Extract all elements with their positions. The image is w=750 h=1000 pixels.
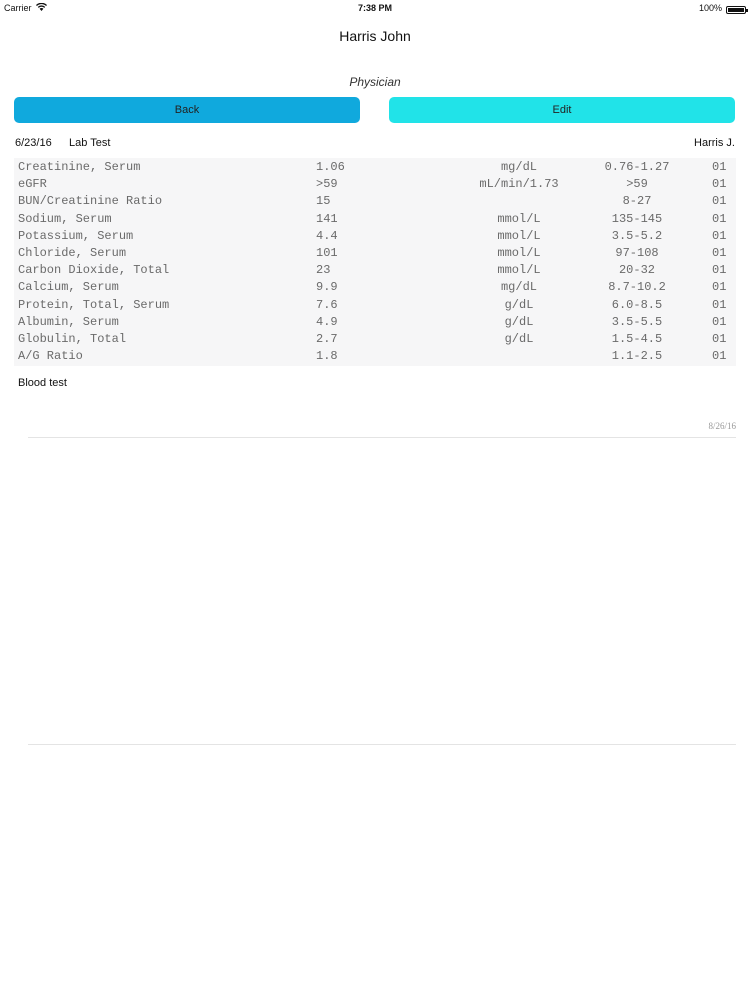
- lab-test-name: Globulin, Total: [18, 332, 127, 346]
- status-right: 100%: [698, 0, 748, 16]
- lab-test-flag: 01: [712, 297, 727, 312]
- lab-test-flag: 01: [712, 314, 727, 329]
- lab-test-name: Carbon Dioxide, Total: [18, 263, 170, 278]
- battery-percent: 100%: [698, 3, 722, 13]
- record-type: Lab Test: [69, 137, 111, 149]
- lab-test-unit: mg/dL: [500, 280, 537, 295]
- lab-result-row: Calcium, Serum 9.9 mg/dL 8.7-10.2 01: [14, 280, 736, 297]
- record-doctor: Harris J.: [694, 137, 735, 149]
- lab-test-value: 9.9: [316, 280, 338, 295]
- lab-test-value: 15: [316, 194, 331, 209]
- record-note: Blood test: [18, 377, 67, 389]
- lab-test-unit: mmol/L: [497, 211, 541, 226]
- lab-test-range: 1.5-4.5: [611, 332, 663, 346]
- lab-test-value: 4.9: [316, 314, 338, 329]
- page-title: Harris John: [339, 28, 411, 44]
- lab-result-row: Protein, Total, Serum 7.6 g/dL 6.0-8.5 01: [14, 298, 736, 315]
- divider: [28, 437, 736, 438]
- status-time: 7:38 PM: [357, 3, 392, 13]
- lab-test-name: Albumin, Serum: [18, 314, 119, 329]
- lab-result-row: Albumin, Serum 4.9 g/dL 3.5-5.5 01: [14, 315, 736, 332]
- lab-test-value: 101: [316, 246, 338, 260]
- lab-test-name: Sodium, Serum: [18, 211, 112, 226]
- lab-test-value: 1.06: [316, 160, 345, 174]
- lab-test-name: Chloride, Serum: [18, 246, 127, 260]
- lab-test-range: 1.1-2.5: [611, 349, 663, 364]
- lab-test-flag: 01: [712, 211, 727, 226]
- lab-test-range: 8-27: [622, 194, 652, 209]
- lab-test-flag: 01: [712, 246, 727, 260]
- lab-test-flag: 01: [712, 263, 727, 278]
- page-subtitle: Physician: [349, 75, 401, 89]
- lab-result-row: eGFR >59 mL/min/1.73 >59 01: [14, 177, 736, 194]
- lab-test-value: 141: [316, 211, 338, 226]
- lab-result-row: Chloride, Serum 101 mmol/L 97-108 01: [14, 246, 736, 263]
- lab-test-name: Calcium, Serum: [18, 280, 119, 295]
- lab-test-unit: mg/dL: [500, 160, 537, 174]
- lab-test-range: 0.76-1.27: [604, 160, 670, 174]
- lab-test-flag: 01: [712, 160, 727, 174]
- lab-test-flag: 01: [712, 332, 727, 346]
- lab-test-value: 7.6: [316, 297, 338, 312]
- lab-test-unit: g/dL: [504, 332, 534, 346]
- lab-result-row: A/G Ratio 1.8 1.1-2.5 01: [14, 349, 736, 366]
- lab-test-flag: 01: [712, 349, 727, 364]
- lab-test-range: 3.5-5.2: [611, 228, 663, 243]
- lab-test-name: eGFR: [18, 177, 47, 192]
- lab-test-unit: g/dL: [504, 314, 534, 329]
- lab-test-name: Creatinine, Serum: [18, 160, 141, 174]
- record-date: 6/23/16: [15, 137, 52, 149]
- lab-test-flag: 01: [712, 280, 727, 295]
- lab-result-row: Carbon Dioxide, Total 23 mmol/L 20-32 01: [14, 263, 736, 280]
- lab-test-value: 23: [316, 263, 331, 278]
- lab-test-range: 6.0-8.5: [611, 297, 663, 312]
- lab-test-flag: 01: [712, 177, 727, 192]
- battery-icon: [726, 6, 748, 14]
- lab-test-name: BUN/Creatinine Ratio: [18, 194, 163, 209]
- lab-test-unit: mL/min/1.73: [479, 177, 559, 192]
- lab-test-name: A/G Ratio: [18, 349, 83, 364]
- divider: [28, 744, 736, 745]
- lab-results-image[interactable]: Creatinine, Serum 1.06 mg/dL 0.76-1.27 01 eGF…: [14, 158, 736, 366]
- edit-button[interactable]: Edit: [389, 97, 735, 123]
- lab-test-value: >59: [316, 177, 338, 192]
- lab-test-range: >59: [626, 177, 648, 192]
- lab-test-range: 20-32: [618, 263, 655, 278]
- lab-test-flag: 01: [712, 228, 727, 243]
- lab-test-unit: g/dL: [504, 297, 534, 312]
- lab-result-row: Globulin, Total 2.7 g/dL 1.5-4.5 01: [14, 332, 736, 349]
- lab-test-value: 1.8: [316, 349, 338, 364]
- lab-result-row: Creatinine, Serum 1.06 mg/dL 0.76-1.27 01: [14, 160, 736, 177]
- lab-result-row: BUN/Creatinine Ratio 15 8-27 01: [14, 194, 736, 211]
- lab-test-value: 2.7: [316, 332, 338, 346]
- lab-test-flag: 01: [712, 194, 727, 209]
- lab-result-row: Potassium, Serum 4.4 mmol/L 3.5-5.2 01: [14, 229, 736, 246]
- lab-result-row: Sodium, Serum 141 mmol/L 135-145 01: [14, 212, 736, 229]
- lab-test-range: 135-145: [611, 211, 663, 226]
- lab-test-unit: mmol/L: [497, 246, 541, 260]
- status-bar: Carrier 7:38 PM 100%: [0, 0, 750, 16]
- lab-test-name: Potassium, Serum: [18, 228, 134, 243]
- lab-test-name: Protein, Total, Serum: [18, 297, 170, 312]
- lab-test-unit: mmol/L: [497, 263, 541, 278]
- lab-test-range: 8.7-10.2: [608, 280, 666, 295]
- lab-test-value: 4.4: [316, 228, 338, 243]
- back-button[interactable]: Back: [14, 97, 360, 123]
- lab-test-range: 97-108: [615, 246, 659, 260]
- lab-test-unit: mmol/L: [497, 228, 541, 243]
- lab-test-range: 3.5-5.5: [611, 314, 663, 329]
- note-date: 8/26/16: [708, 421, 736, 431]
